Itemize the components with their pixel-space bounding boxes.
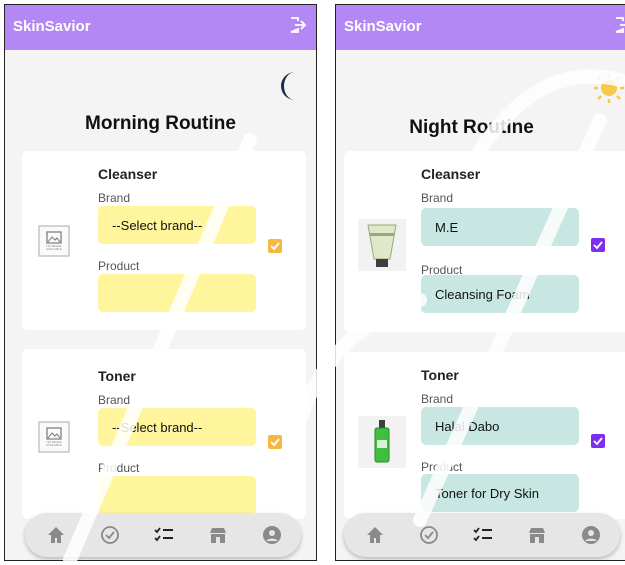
app-title: SkinSavior [344, 18, 422, 35]
checklist-icon[interactable] [472, 524, 494, 546]
no-image-text: NO IMAGE AVAILABLE [46, 244, 62, 251]
cleanser-checkbox[interactable] [591, 238, 605, 252]
product-select[interactable] [98, 274, 256, 312]
brand-select[interactable]: M.E [421, 208, 579, 246]
no-image-text: NO IMAGE AVAILABLE [46, 440, 62, 447]
toner-checkbox[interactable] [268, 435, 282, 449]
section-heading: Toner [98, 368, 136, 384]
brand-label: Brand [421, 392, 454, 406]
checklist-icon[interactable] [153, 524, 175, 546]
section-heading: Cleanser [421, 166, 481, 182]
brand-select[interactable]: --Select brand-- [98, 408, 256, 446]
check-circle-icon[interactable] [99, 524, 121, 546]
moon-icon[interactable] [273, 69, 307, 103]
product-select[interactable]: Cleansing Foam [421, 275, 579, 313]
account-icon[interactable] [580, 524, 602, 546]
sun-icon[interactable] [592, 71, 625, 105]
shop-icon[interactable] [207, 524, 229, 546]
page-title: Morning Routine [85, 113, 236, 134]
section-heading: Toner [421, 367, 459, 383]
page-title: Night Routine [409, 117, 534, 138]
brand-label: Brand [98, 393, 131, 407]
toner-checkbox[interactable] [591, 434, 605, 448]
bottom-nav [344, 513, 620, 557]
toner-card: Toner Brand --Select brand-- Product NO … [22, 349, 306, 519]
cleanser-tube-image [358, 219, 406, 271]
app-bar: SkinSavior [336, 5, 625, 50]
brand-select[interactable]: Halal Dabo [421, 407, 579, 445]
section-heading: Cleanser [98, 166, 158, 182]
product-select[interactable]: Toner for Dry Skin [421, 474, 579, 512]
app-bar: SkinSavior [5, 5, 316, 50]
cleanser-checkbox[interactable] [268, 239, 282, 253]
app-title: SkinSavior [13, 18, 91, 35]
morning-screen: SkinSavior Morning Routine Cleanser Bran… [4, 4, 317, 561]
cleanser-card: Cleanser Brand --Select brand-- Product … [22, 151, 306, 330]
logout-icon[interactable] [613, 15, 625, 35]
toner-card: Toner Brand Halal Dabo Product Toner for… [344, 352, 625, 519]
account-icon[interactable] [261, 524, 283, 546]
toner-bottle-image [358, 416, 406, 468]
check-circle-icon[interactable] [418, 524, 440, 546]
shop-icon[interactable] [526, 524, 548, 546]
product-label: Product [98, 259, 140, 273]
no-image-available-icon: NO IMAGE AVAILABLE [38, 225, 70, 257]
logout-icon[interactable] [288, 15, 308, 35]
home-icon[interactable] [364, 524, 386, 546]
bottom-nav [25, 513, 301, 557]
cleanser-card: Cleanser Brand M.E Product Cleansing Foa… [344, 151, 625, 332]
brand-label: Brand [421, 191, 454, 205]
no-image-available-icon: NO IMAGE AVAILABLE [38, 421, 70, 453]
brand-select[interactable]: --Select brand-- [98, 206, 256, 244]
product-select[interactable] [98, 476, 256, 514]
brand-label: Brand [98, 191, 131, 205]
home-icon[interactable] [45, 524, 67, 546]
product-label: Product [421, 460, 463, 474]
product-label: Product [98, 461, 140, 475]
night-screen: SkinSavior Night Routine Cleanser Brand … [335, 4, 625, 561]
